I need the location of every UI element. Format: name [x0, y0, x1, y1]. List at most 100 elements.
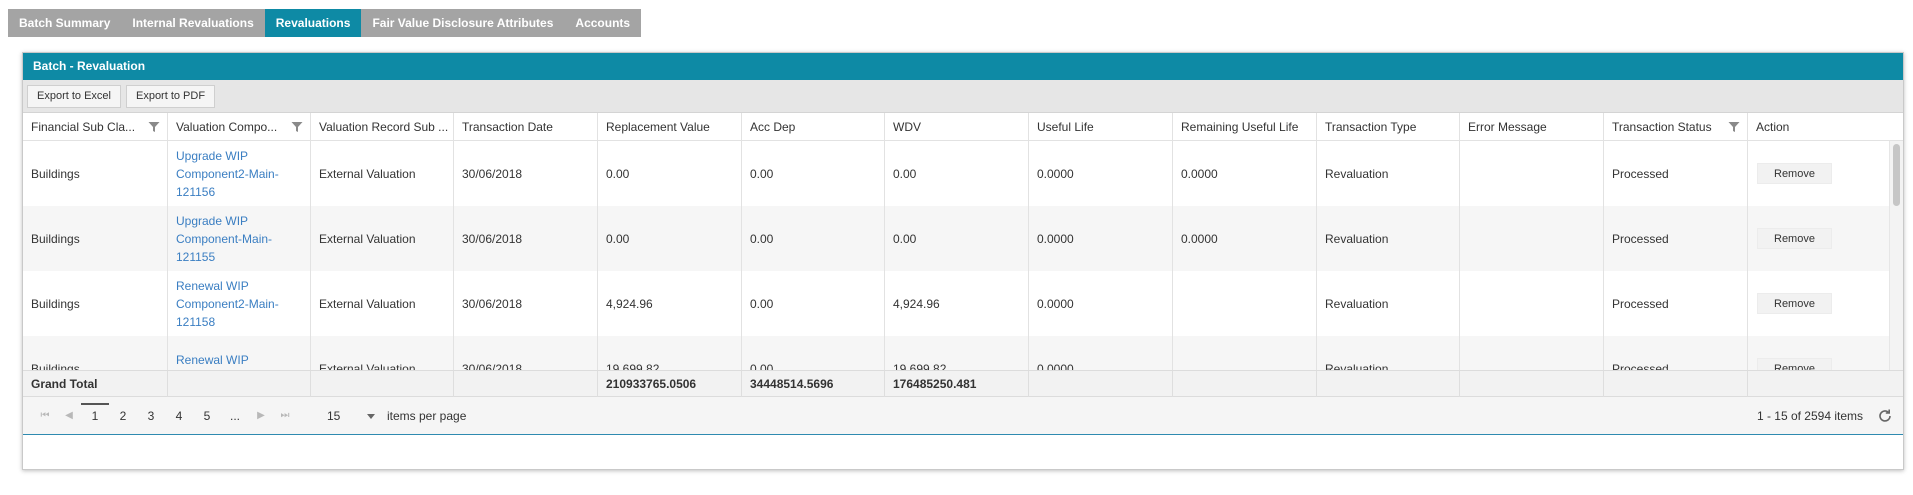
- filter-icon[interactable]: [291, 121, 303, 133]
- tab-fair-value-disclosure-attributes[interactable]: Fair Value Disclosure Attributes: [361, 9, 565, 37]
- cell-value: 0.0000: [1181, 231, 1218, 246]
- cell-transaction-status: Processed: [1603, 141, 1747, 206]
- cell-useful-life: 0.0000: [1028, 336, 1172, 370]
- tab-batch-summary[interactable]: Batch Summary: [8, 9, 122, 37]
- cell-acc-dep: 0.00: [741, 141, 884, 206]
- valuation-component-link[interactable]: Renewal WIP Component2-Main-121158: [176, 277, 304, 331]
- cell-action: Remove: [1747, 141, 1894, 206]
- prev-page-icon[interactable]: ◀: [57, 404, 81, 428]
- cell-value: 0.0000: [1037, 231, 1074, 246]
- cell-value: Processed: [1612, 361, 1669, 371]
- page-ellipsis[interactable]: ...: [221, 403, 249, 429]
- remove-button[interactable]: Remove: [1757, 358, 1832, 370]
- first-page-icon[interactable]: ⏮: [33, 404, 57, 428]
- cell-value: 0.00: [893, 166, 917, 181]
- cell-valuation-record-sub: External Valuation: [310, 271, 453, 336]
- cell-value: 30/06/2018: [462, 166, 523, 181]
- page-number[interactable]: 3: [137, 403, 165, 429]
- cell-value: Buildings: [31, 231, 80, 246]
- column-header-transaction-status[interactable]: Transaction Status: [1603, 113, 1747, 140]
- cell-valuation-component[interactable]: Renewal WIP Component-Main-: [167, 336, 310, 370]
- column-header-transaction-type[interactable]: Transaction Type: [1316, 113, 1459, 140]
- last-page-icon[interactable]: ⏭: [273, 404, 297, 428]
- grand-total-label: Grand Total: [31, 377, 98, 391]
- grand-total-row: Grand Total 210933765.0506 34448514.5696…: [23, 370, 1903, 397]
- cell-value: 19,699.82: [606, 361, 660, 371]
- cell-transaction-status: Processed: [1603, 336, 1747, 370]
- valuation-component-link[interactable]: Renewal WIP Component-Main-: [176, 351, 304, 371]
- cell-valuation-component[interactable]: Renewal WIP Component2-Main-121158: [167, 271, 310, 336]
- cell-remaining-useful-life: 0.0000: [1172, 141, 1316, 206]
- cell-transaction-type: Revaluation: [1316, 271, 1459, 336]
- valuation-component-link[interactable]: Upgrade WIP Component-Main-121155: [176, 212, 304, 266]
- cell-value: 0.0000: [1037, 361, 1074, 371]
- cell-replacement-value: 0.00: [597, 206, 741, 271]
- column-header-remaining-useful-life[interactable]: Remaining Useful Life: [1172, 113, 1316, 140]
- cell-value: 0.00: [606, 166, 630, 181]
- valuation-component-link[interactable]: Upgrade WIP Component2-Main-121156: [176, 147, 304, 201]
- cell-value: 19,699.82: [893, 361, 947, 371]
- cell-value: External Valuation: [319, 361, 416, 371]
- export-excel-button[interactable]: Export to Excel: [27, 85, 121, 108]
- cell-value: Revaluation: [1325, 166, 1389, 181]
- cell-acc-dep: 0.00: [741, 271, 884, 336]
- remove-button[interactable]: Remove: [1757, 228, 1832, 249]
- filter-icon[interactable]: [1728, 121, 1740, 133]
- filter-icon[interactable]: [148, 121, 160, 133]
- page-number[interactable]: 5: [193, 403, 221, 429]
- refresh-icon[interactable]: [1877, 408, 1893, 424]
- column-header-label: Acc Dep: [750, 120, 796, 134]
- page-size-select[interactable]: 15: [321, 404, 379, 428]
- tab-strip: Batch Summary Internal Revaluations Reva…: [8, 9, 642, 37]
- page-number[interactable]: 2: [109, 403, 137, 429]
- pager-info: 1 - 15 of 2594 items: [1756, 409, 1863, 423]
- column-header-transaction-date[interactable]: Transaction Date: [453, 113, 597, 140]
- scrollbar-thumb[interactable]: [1893, 144, 1900, 206]
- column-header-label: Valuation Record Sub ...: [319, 120, 449, 134]
- next-page-icon[interactable]: ▶: [249, 404, 273, 428]
- cell-financial-sub-class: Buildings: [23, 336, 167, 371]
- total-replacement-value: 210933765.0506: [597, 371, 741, 397]
- table-row[interactable]: Buildings Renewal WIP Component-Main- Exte…: [23, 336, 1903, 370]
- page-number[interactable]: 4: [165, 403, 193, 429]
- column-header-action[interactable]: Action: [1747, 113, 1894, 140]
- cell-value: Processed: [1612, 231, 1669, 246]
- cell-action: Remove: [1747, 336, 1894, 370]
- tab-revaluations[interactable]: Revaluations: [264, 9, 362, 37]
- pager: ⏮ ◀ 1 2 3 4 5... ▶ ⏭ 15 items per page 1 - 1…: [23, 397, 1903, 435]
- column-header-financial-sub-class[interactable]: Financial Sub Cla...: [23, 113, 167, 140]
- grid-header-row: Financial Sub Cla... Valuation Compo... Va…: [23, 113, 1903, 141]
- remove-button[interactable]: Remove: [1757, 293, 1832, 314]
- cell-value: Buildings: [31, 166, 80, 181]
- cell-wdv: 0.00: [884, 206, 1028, 271]
- export-pdf-button[interactable]: Export to PDF: [125, 85, 216, 108]
- cell-valuation-record-sub: External Valuation: [310, 206, 453, 271]
- remove-button[interactable]: Remove: [1757, 163, 1832, 184]
- vertical-scrollbar[interactable]: [1889, 141, 1903, 370]
- column-header-valuation-component[interactable]: Valuation Compo...: [167, 113, 310, 140]
- cell-value: Buildings: [31, 296, 80, 311]
- tab-internal-revaluations[interactable]: Internal Revaluations: [121, 9, 265, 37]
- cell-value: External Valuation: [319, 296, 416, 311]
- column-header-error-message[interactable]: Error Message: [1459, 113, 1603, 140]
- cell-transaction-date: 30/06/2018: [453, 336, 597, 370]
- column-header-replacement-value[interactable]: Replacement Value: [597, 113, 741, 140]
- column-header-valuation-record-sub[interactable]: Valuation Record Sub ...: [310, 113, 453, 140]
- cell-value: 4,924.96: [606, 296, 653, 311]
- cell-valuation-component[interactable]: Upgrade WIP Component-Main-121155: [167, 206, 310, 271]
- table-row[interactable]: Buildings Renewal WIP Component2-Main-121…: [23, 271, 1903, 336]
- column-header-wdv[interactable]: WDV: [884, 113, 1028, 140]
- table-row[interactable]: Buildings Upgrade WIP Component-Main-1211…: [23, 206, 1903, 271]
- cell-error-message: [1459, 336, 1603, 370]
- page-number[interactable]: 1: [81, 402, 109, 429]
- cell-value: 0.0000: [1181, 166, 1218, 181]
- column-header-useful-life[interactable]: Useful Life: [1028, 113, 1172, 140]
- tab-accounts[interactable]: Accounts: [564, 9, 642, 37]
- cell-valuation-component[interactable]: Upgrade WIP Component2-Main-121156: [167, 141, 310, 206]
- cell-value: 30/06/2018: [462, 361, 523, 371]
- table-row[interactable]: Buildings Upgrade WIP Component2-Main-121…: [23, 141, 1903, 206]
- cell-value: 0.0000: [1037, 296, 1074, 311]
- revaluation-panel: Batch - Revaluation Export to Excel Expo…: [22, 52, 1904, 470]
- column-header-acc-dep[interactable]: Acc Dep: [741, 113, 884, 140]
- cell-transaction-type: Revaluation: [1316, 206, 1459, 271]
